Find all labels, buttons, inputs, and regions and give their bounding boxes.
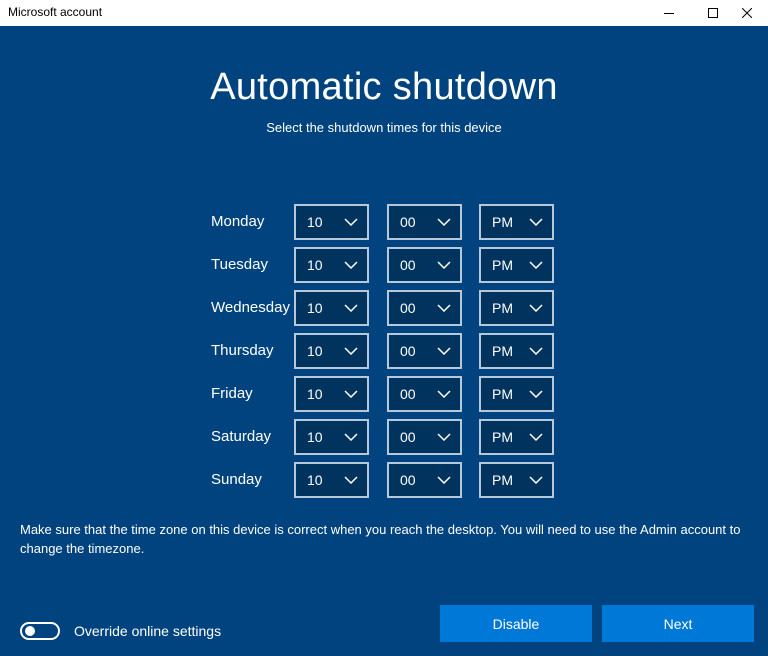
hour-dropdown[interactable]: 10 <box>294 419 369 455</box>
hour-dropdown[interactable]: 10 <box>294 204 369 240</box>
chevron-down-icon <box>344 433 358 441</box>
hour-value: 10 <box>307 472 323 488</box>
minute-value: 00 <box>400 386 416 402</box>
hour-value: 10 <box>307 386 323 402</box>
override-toggle[interactable] <box>20 622 60 640</box>
period-dropdown[interactable]: PM <box>479 247 554 283</box>
main-panel: Automatic shutdown Select the shutdown t… <box>0 26 768 656</box>
chevron-down-icon <box>344 476 358 484</box>
page-subtitle: Select the shutdown times for this devic… <box>266 120 502 135</box>
title-bar: Microsoft account <box>0 0 768 26</box>
minute-dropdown[interactable]: 00 <box>387 462 462 498</box>
hour-value: 10 <box>307 429 323 445</box>
chevron-down-icon <box>529 390 543 398</box>
minute-dropdown[interactable]: 00 <box>387 247 462 283</box>
minute-value: 00 <box>400 429 416 445</box>
day-label: Friday <box>211 385 253 402</box>
hour-dropdown[interactable]: 10 <box>294 290 369 326</box>
period-value: PM <box>492 386 513 402</box>
period-dropdown[interactable]: PM <box>479 376 554 412</box>
maximize-icon <box>708 8 718 18</box>
schedule-row-sunday: Sunday 10 00 PM <box>211 462 571 498</box>
minimize-icon <box>664 13 674 14</box>
close-button[interactable] <box>724 0 768 26</box>
chevron-down-icon <box>529 261 543 269</box>
period-value: PM <box>492 300 513 316</box>
period-value: PM <box>492 257 513 273</box>
period-value: PM <box>492 214 513 230</box>
chevron-down-icon <box>344 261 358 269</box>
next-button[interactable]: Next <box>602 605 754 642</box>
minute-dropdown[interactable]: 00 <box>387 376 462 412</box>
chevron-down-icon <box>529 476 543 484</box>
window-title: Microsoft account <box>8 5 103 19</box>
chevron-down-icon <box>437 347 451 355</box>
chevron-down-icon <box>437 304 451 312</box>
minute-value: 00 <box>400 300 416 316</box>
chevron-down-icon <box>344 390 358 398</box>
period-dropdown[interactable]: PM <box>479 290 554 326</box>
page-title: Automatic shutdown <box>210 66 558 108</box>
close-icon <box>742 8 752 18</box>
minute-dropdown[interactable]: 00 <box>387 333 462 369</box>
period-value: PM <box>492 343 513 359</box>
hour-value: 10 <box>307 343 323 359</box>
period-dropdown[interactable]: PM <box>479 204 554 240</box>
override-toggle-group: Override online settings <box>20 620 250 642</box>
minute-value: 00 <box>400 214 416 230</box>
day-label: Wednesday <box>211 299 290 316</box>
period-value: PM <box>492 429 513 445</box>
schedule-row-friday: Friday 10 00 PM <box>211 376 571 412</box>
schedule-row-wednesday: Wednesday 10 00 PM <box>211 290 571 326</box>
chevron-down-icon <box>437 261 451 269</box>
schedule-row-tuesday: Tuesday 10 00 PM <box>211 247 571 283</box>
day-label: Monday <box>211 213 265 230</box>
period-dropdown[interactable]: PM <box>479 419 554 455</box>
hour-value: 10 <box>307 214 323 230</box>
minimize-button[interactable] <box>646 0 692 26</box>
chevron-down-icon <box>529 218 543 226</box>
hour-value: 10 <box>307 300 323 316</box>
hour-dropdown[interactable]: 10 <box>294 333 369 369</box>
minute-value: 00 <box>400 343 416 359</box>
day-label: Tuesday <box>211 256 268 273</box>
chevron-down-icon <box>344 304 358 312</box>
day-label: Saturday <box>211 428 272 445</box>
toggle-knob <box>25 626 35 636</box>
hour-dropdown[interactable]: 10 <box>294 462 369 498</box>
chevron-down-icon <box>344 347 358 355</box>
minute-value: 00 <box>400 472 416 488</box>
timezone-note: Make sure that the time zone on this dev… <box>20 522 741 556</box>
chevron-down-icon <box>529 433 543 441</box>
hour-value: 10 <box>307 257 323 273</box>
schedule-row-monday: Monday 10 00 PM <box>211 204 571 240</box>
chevron-down-icon <box>437 390 451 398</box>
disable-button[interactable]: Disable <box>440 605 592 642</box>
hour-dropdown[interactable]: 10 <box>294 247 369 283</box>
chevron-down-icon <box>529 304 543 312</box>
day-label: Sunday <box>211 471 262 488</box>
minute-dropdown[interactable]: 00 <box>387 290 462 326</box>
period-dropdown[interactable]: PM <box>479 462 554 498</box>
override-toggle-label: Override online settings <box>74 623 222 639</box>
chevron-down-icon <box>344 218 358 226</box>
chevron-down-icon <box>437 433 451 441</box>
minute-dropdown[interactable]: 00 <box>387 419 462 455</box>
schedule-row-thursday: Thursday 10 00 PM <box>211 333 571 369</box>
minute-value: 00 <box>400 257 416 273</box>
period-value: PM <box>492 472 513 488</box>
hour-dropdown[interactable]: 10 <box>294 376 369 412</box>
chevron-down-icon <box>437 218 451 226</box>
period-dropdown[interactable]: PM <box>479 333 554 369</box>
chevron-down-icon <box>437 476 451 484</box>
schedule-row-saturday: Saturday 10 00 PM <box>211 419 571 455</box>
day-label: Thursday <box>211 342 274 359</box>
minute-dropdown[interactable]: 00 <box>387 204 462 240</box>
chevron-down-icon <box>529 347 543 355</box>
